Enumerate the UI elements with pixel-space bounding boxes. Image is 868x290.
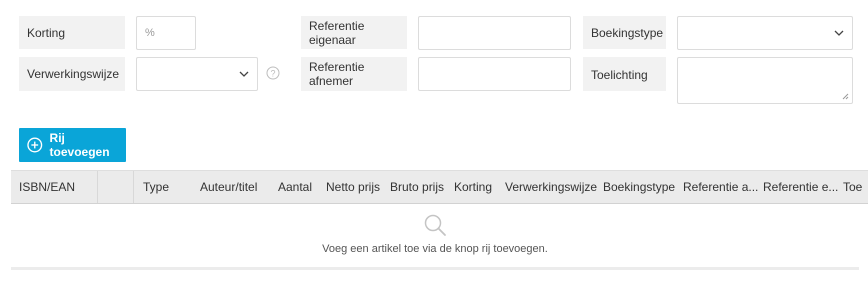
resize-handle-icon[interactable] [842,93,849,100]
add-row-label: Rij toevoegen [49,131,110,159]
column-header-blank[interactable] [101,171,131,203]
referentie-eigenaar-input[interactable] [418,16,571,50]
table-empty-state: Voeg een artikel toe via de knop rij toe… [11,205,859,267]
verwerkingswijze-label: Verwerkingswijze [19,57,125,91]
search-icon [424,214,446,236]
boekingstype-label-text: Boekingstype [591,25,664,40]
column-header-bruto-prijs[interactable]: Bruto prijs [390,171,450,203]
korting-label: Korting [19,16,125,49]
toelichting-textarea[interactable] [677,57,853,104]
help-icon[interactable]: ? [266,66,280,80]
boekingstype-select[interactable] [677,16,853,50]
korting-input[interactable]: % [136,16,196,50]
column-header-referentie-a[interactable]: Referentie a... [683,171,759,203]
empty-message: Voeg een artikel toe via de knop rij toe… [322,243,548,255]
referentie-eigenaar-label: Referentie eigenaar [301,16,407,49]
korting-placeholder: % [145,27,155,39]
column-header-auteur-titel[interactable]: Auteur/titel [200,171,270,203]
column-header-toelichting[interactable]: Toe [843,171,868,203]
verwerkingswijze-label-text: Verwerkingswijze [27,67,120,81]
column-header-boekingstype[interactable]: Boekingstype [603,171,679,203]
column-header-netto-prijs[interactable]: Netto prijs [326,171,386,203]
table-header: ISBN/EAN Type Auteur/titel Aantal Netto … [11,170,868,204]
column-header-referentie-e[interactable]: Referentie e... [763,171,839,203]
column-header-aantal[interactable]: Aantal [278,171,322,203]
referentie-afnemer-label: Referentie afnemer [301,57,407,91]
boekingstype-label: Boekingstype [583,16,666,49]
toelichting-label-text: Toelichting [591,68,648,82]
referentie-afnemer-input[interactable] [418,57,571,91]
referentie-eigenaar-label-text: Referentie eigenaar [309,18,365,47]
chevron-down-icon [239,71,249,77]
svg-text:?: ? [270,69,275,79]
plus-circle-icon [27,137,43,153]
table-bottom-border [11,267,859,270]
column-header-korting[interactable]: Korting [454,171,500,203]
column-header-type[interactable]: Type [143,171,193,203]
verwerkingswijze-select[interactable] [136,57,258,91]
referentie-afnemer-label-text: Referentie afnemer [309,60,365,88]
column-header-isbn[interactable]: ISBN/EAN [19,171,95,203]
add-row-button[interactable]: Rij toevoegen [19,128,126,162]
toelichting-label: Toelichting [583,57,666,91]
korting-label-text: Korting [27,25,66,40]
chevron-down-icon [834,30,844,36]
column-header-verwerkingswijze[interactable]: Verwerkingswijze [505,171,599,203]
